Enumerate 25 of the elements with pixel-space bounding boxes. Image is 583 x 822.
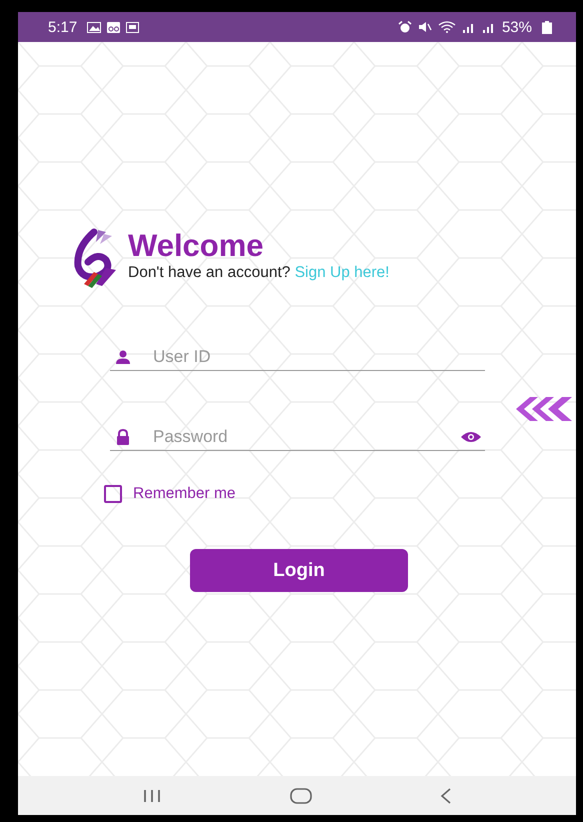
input-field[interactable]: User ID [153,347,481,367]
input-field[interactable]: Password [153,427,461,447]
login-button[interactable]: Login [190,549,408,592]
mute-icon [418,21,432,33]
wifi-icon [438,21,456,33]
battery-percent: 53% [502,18,532,36]
person-icon [115,350,131,364]
remember-label: Remember me [133,485,236,503]
signup-prompt: Don't have an account? [128,264,290,281]
app-icon [107,22,120,32]
back-icon[interactable] [440,788,452,804]
signal-icon [462,21,476,33]
eye-icon[interactable] [461,431,481,443]
welcome-title: Welcome [128,228,265,264]
lock-icon [115,429,131,445]
checkbox[interactable] [104,485,122,503]
image-icon [87,22,102,32]
alarm-icon [398,21,412,33]
home-icon[interactable] [290,788,312,804]
battery-icon [542,20,552,34]
recents-icon[interactable] [142,788,162,802]
signal-icon [482,21,496,33]
status-time: 5:17 [48,18,78,36]
chevrons-icon[interactable] [516,397,572,421]
app-icon [126,22,140,32]
